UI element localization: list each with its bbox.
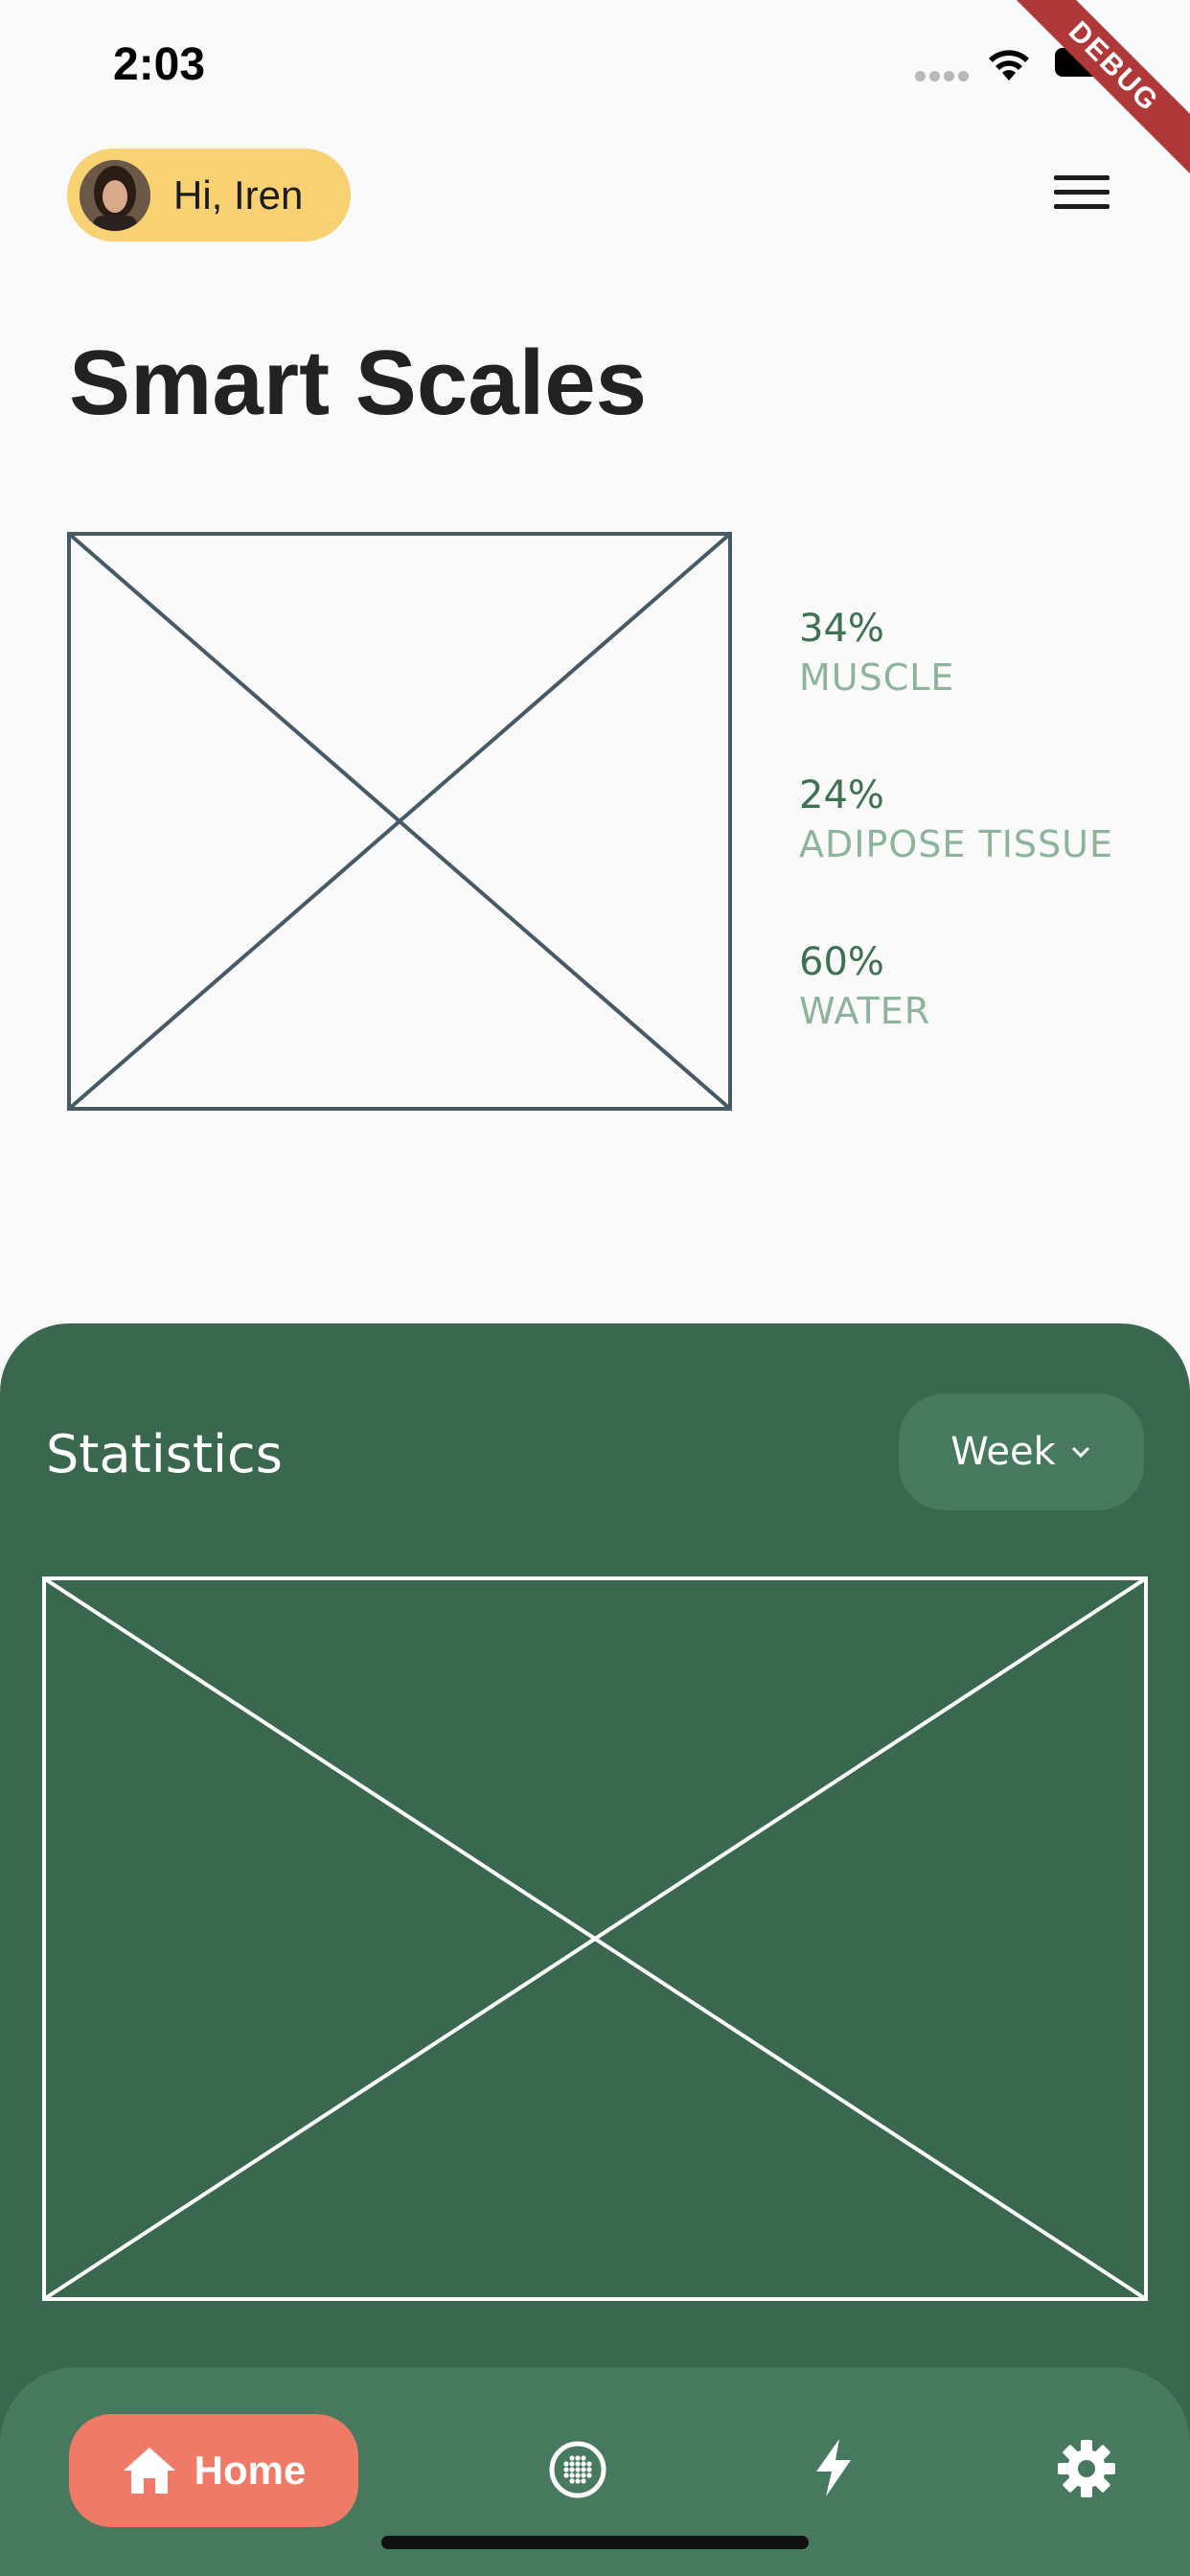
status-time: 2:03	[113, 39, 206, 90]
globe-grid-icon[interactable]	[547, 2439, 608, 2500]
stat-adipose-label: ADIPOSE TISSUE	[799, 823, 1113, 865]
chevron-down-icon	[1071, 1446, 1089, 1459]
statistics-title: Statistics	[46, 1424, 283, 1484]
home-icon	[123, 2448, 175, 2494]
avatar[interactable]	[80, 159, 150, 231]
home-indicator	[381, 2536, 809, 2549]
stat-muscle: 34% MUSCLE	[799, 607, 954, 699]
statistics-chart-placeholder	[42, 1576, 1148, 2301]
stat-water-label: WATER	[799, 990, 931, 1032]
nav-home-label: Home	[194, 2448, 307, 2493]
hamburger-menu-icon[interactable]	[1054, 175, 1110, 214]
stat-adipose-tissue: 24% ADIPOSE TISSUE	[799, 773, 1113, 865]
lightning-icon[interactable]	[803, 2437, 864, 2498]
greeting-text: Hi, Iren	[173, 172, 304, 218]
stat-muscle-label: MUSCLE	[799, 656, 955, 699]
debug-banner: DEBUG	[998, 0, 1190, 192]
debug-banner-label: DEBUG	[998, 0, 1190, 184]
stat-water: 60% WATER	[799, 940, 930, 1032]
cellular-signal-icon	[915, 71, 971, 82]
greeting-chip[interactable]: Hi, Iren	[67, 149, 351, 242]
period-dropdown-value: Week	[950, 1430, 1056, 1474]
page-title: Smart Scales	[69, 332, 648, 434]
stat-muscle-value: 34%	[799, 607, 884, 651]
stat-water-value: 60%	[799, 940, 884, 984]
body-image-placeholder	[67, 532, 732, 1111]
nav-home-button[interactable]: Home	[69, 2414, 358, 2527]
period-dropdown[interactable]: Week	[899, 1393, 1144, 1510]
stat-adipose-value: 24%	[799, 773, 884, 817]
gear-icon[interactable]	[1056, 2438, 1117, 2499]
